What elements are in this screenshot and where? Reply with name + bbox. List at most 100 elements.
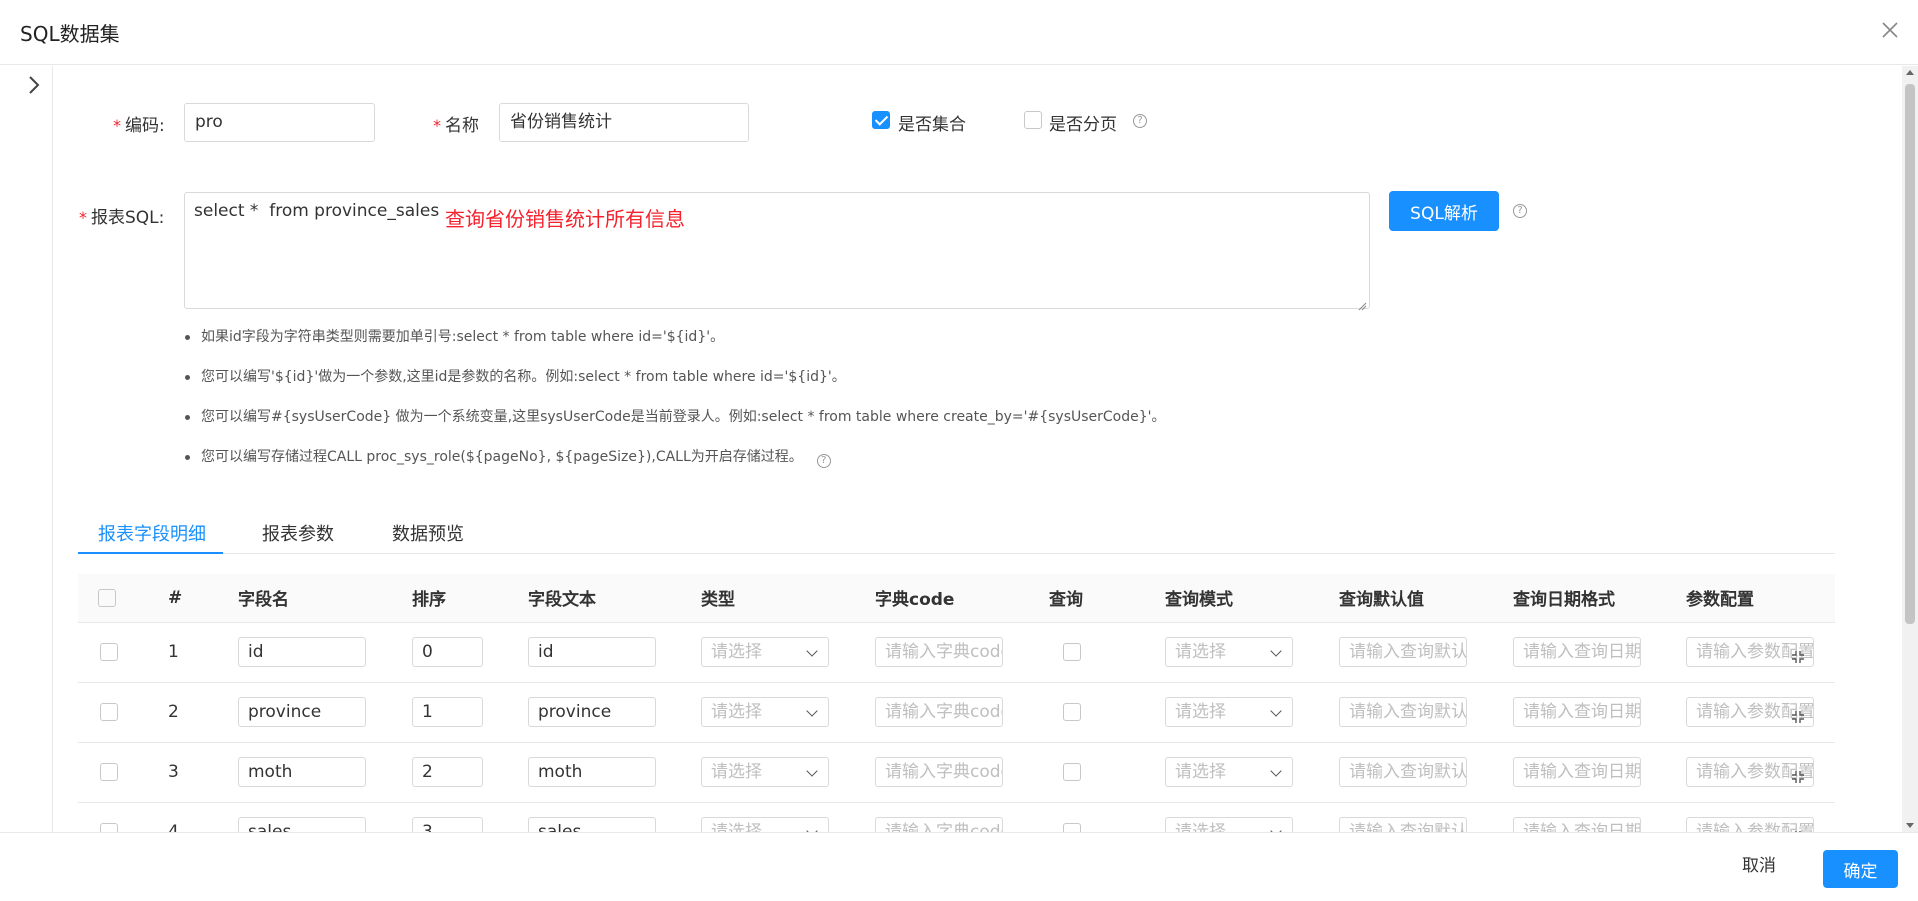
query-checkbox[interactable] bbox=[1063, 763, 1081, 781]
type-select[interactable]: 请选择 bbox=[701, 697, 829, 727]
ok-button[interactable]: 确定 bbox=[1823, 850, 1898, 888]
row-index: 2 bbox=[160, 682, 230, 743]
field-text-input[interactable]: province bbox=[528, 697, 656, 727]
field-name-input[interactable]: sales bbox=[238, 817, 366, 832]
date-format-input[interactable]: 请输入查询日期格式 bbox=[1513, 637, 1641, 667]
field-name-input[interactable]: id bbox=[238, 637, 366, 667]
query-mode-select[interactable]: 请选择 bbox=[1165, 697, 1293, 727]
chevron-down-icon bbox=[1270, 645, 1282, 657]
field-text-input[interactable]: moth bbox=[528, 757, 656, 787]
query-default-input[interactable]: 请输入查询默认值 bbox=[1339, 697, 1467, 727]
field-text-input[interactable]: id bbox=[528, 637, 656, 667]
row-index: 1 bbox=[160, 622, 230, 683]
is-collection-checkbox[interactable] bbox=[872, 111, 890, 129]
sql-note: 查询省份销售统计所有信息 bbox=[445, 207, 685, 231]
column-header: 查询 bbox=[1041, 574, 1157, 623]
type-select[interactable]: 请选择 bbox=[701, 757, 829, 787]
row-checkbox[interactable] bbox=[100, 823, 118, 832]
question-circle-icon[interactable]: ? bbox=[1133, 114, 1147, 128]
code-label: * 编码: bbox=[113, 116, 165, 136]
date-format-input[interactable]: 请输入查询日期格式 bbox=[1513, 697, 1641, 727]
close-icon[interactable] bbox=[1878, 18, 1902, 42]
param-config-input[interactable]: 请输入参数配置 bbox=[1686, 637, 1814, 667]
is-paged-checkbox[interactable] bbox=[1024, 111, 1042, 129]
chevron-down-icon bbox=[1270, 825, 1282, 832]
query-mode-select[interactable]: 请选择 bbox=[1165, 637, 1293, 667]
question-circle-icon[interactable]: ? bbox=[816, 454, 831, 468]
cancel-button[interactable]: 取消 bbox=[1742, 851, 1776, 876]
field-name-input[interactable]: moth bbox=[238, 757, 366, 787]
tip-item: 您可以编写'${id}'做为一个参数,这里id是参数的名称。例如:select … bbox=[184, 362, 1484, 402]
fullscreen-exit-icon[interactable] bbox=[1791, 645, 1805, 663]
date-format-input[interactable]: 请输入查询日期格式 bbox=[1513, 757, 1641, 787]
fullscreen-exit-icon[interactable] bbox=[1791, 825, 1805, 832]
scroll-down-icon[interactable] bbox=[1906, 823, 1914, 828]
scroll-up-icon[interactable] bbox=[1906, 70, 1914, 75]
field-table: # 字段名 排序 字段文本 类型 字典code 查询 查询模式 查询默认值 查询… bbox=[78, 574, 1835, 832]
row-index: 3 bbox=[160, 742, 230, 803]
field-name-input[interactable]: province bbox=[238, 697, 366, 727]
chevron-right-icon[interactable] bbox=[24, 73, 44, 97]
sql-parse-button[interactable]: SQL解析 bbox=[1389, 191, 1499, 231]
column-header: # bbox=[160, 574, 230, 623]
is-paged-label: 是否分页 bbox=[1049, 115, 1117, 135]
dict-code-input[interactable]: 请输入字典code bbox=[875, 757, 1003, 787]
row-index: 4 bbox=[160, 802, 230, 832]
dict-code-input[interactable]: 请输入字典code bbox=[875, 697, 1003, 727]
table-row: 3 moth 2 moth 请选择 请输入字典code 请选择 请输入查询默认值 请输入查询日期… bbox=[78, 742, 1835, 803]
sql-textarea[interactable]: select * from province_sales 查询省份销售统计所有信… bbox=[184, 192, 1370, 311]
param-config-input[interactable]: 请输入参数配置 bbox=[1686, 697, 1814, 727]
param-config-input[interactable]: 请输入参数配置 bbox=[1686, 757, 1814, 787]
question-circle-icon[interactable]: ? bbox=[1513, 204, 1527, 218]
column-header: 查询默认值 bbox=[1331, 574, 1505, 623]
code-input[interactable]: pro bbox=[184, 103, 375, 142]
select-all-checkbox[interactable] bbox=[98, 588, 116, 607]
query-default-input[interactable]: 请输入查询默认值 bbox=[1339, 817, 1467, 832]
param-config-input[interactable]: 请输入参数配置 bbox=[1686, 817, 1814, 832]
tip-item: 您可以编写#{sysUserCode} 做为一个系统变量,这里sysUserCo… bbox=[184, 402, 1484, 442]
fullscreen-exit-icon[interactable] bbox=[1791, 705, 1805, 723]
column-header: 字段名 bbox=[230, 574, 404, 623]
query-checkbox[interactable] bbox=[1063, 643, 1081, 661]
query-default-input[interactable]: 请输入查询默认值 bbox=[1339, 637, 1467, 667]
query-checkbox[interactable] bbox=[1063, 703, 1081, 721]
tab-field-details[interactable]: 报表字段明细 bbox=[98, 520, 206, 546]
order-input[interactable]: 1 bbox=[412, 697, 483, 727]
type-select[interactable]: 请选择 bbox=[701, 637, 829, 667]
chevron-down-icon bbox=[1270, 705, 1282, 717]
detail-tabs: 报表字段明细 报表参数 数据预览 bbox=[78, 508, 1835, 554]
name-input[interactable]: 省份销售统计 bbox=[499, 103, 749, 142]
scroll-thumb[interactable] bbox=[1905, 84, 1915, 624]
tab-data-preview[interactable]: 数据预览 bbox=[392, 520, 464, 546]
order-input[interactable]: 0 bbox=[412, 637, 483, 667]
required-mark: * bbox=[113, 116, 121, 135]
query-checkbox[interactable] bbox=[1063, 823, 1081, 832]
name-label: * 名称 bbox=[433, 116, 479, 136]
modal-title: SQL数据集 bbox=[20, 22, 120, 46]
row-checkbox[interactable] bbox=[100, 643, 118, 661]
field-text-input[interactable]: sales bbox=[528, 817, 656, 832]
column-header: 参数配置 bbox=[1678, 574, 1835, 623]
row-checkbox[interactable] bbox=[100, 703, 118, 721]
query-default-input[interactable]: 请输入查询默认值 bbox=[1339, 757, 1467, 787]
order-input[interactable]: 3 bbox=[412, 817, 483, 832]
order-input[interactable]: 2 bbox=[412, 757, 483, 787]
table-row: 4 sales 3 sales 请选择 请输入字典code 请选择 请输入查询默认值 请输入查询… bbox=[78, 802, 1835, 832]
dict-code-input[interactable]: 请输入字典code bbox=[875, 817, 1003, 832]
query-mode-select[interactable]: 请选择 bbox=[1165, 757, 1293, 787]
query-mode-select[interactable]: 请选择 bbox=[1165, 817, 1293, 832]
resize-grip-icon[interactable] bbox=[1357, 296, 1367, 311]
fullscreen-exit-icon[interactable] bbox=[1791, 765, 1805, 783]
tip-item: 您可以编写存储过程CALL proc_sys_role(${pageNo}, $… bbox=[184, 442, 1484, 482]
chevron-down-icon bbox=[1270, 765, 1282, 777]
tab-report-params[interactable]: 报表参数 bbox=[262, 520, 334, 546]
sql-label: * 报表SQL: bbox=[79, 208, 165, 228]
type-select[interactable]: 请选择 bbox=[701, 817, 829, 832]
column-header: 字段文本 bbox=[520, 574, 693, 623]
chevron-down-icon bbox=[806, 765, 818, 777]
date-format-input[interactable]: 请输入查询日期格式 bbox=[1513, 817, 1641, 832]
dict-code-input[interactable]: 请输入字典code bbox=[875, 637, 1003, 667]
row-checkbox[interactable] bbox=[100, 763, 118, 781]
vertical-scrollbar[interactable] bbox=[1902, 66, 1918, 832]
chevron-down-icon bbox=[806, 825, 818, 832]
